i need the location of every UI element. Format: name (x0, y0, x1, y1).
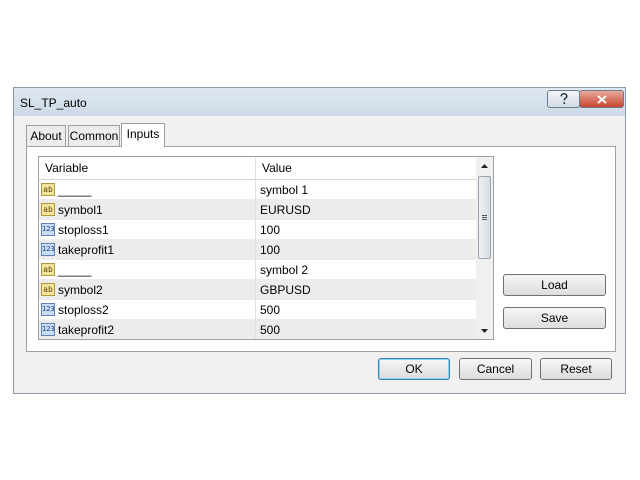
table-row[interactable]: ab _____ symbol 1 (39, 180, 476, 200)
table-header: Variable Value (39, 157, 476, 180)
number-type-icon: 123 (41, 323, 55, 336)
cancel-button[interactable]: Cancel (459, 358, 532, 380)
variable-name: _____ (58, 263, 92, 277)
string-type-icon: ab (41, 203, 55, 216)
variable-cell: 123 stoploss1 (39, 220, 256, 240)
column-header-variable[interactable]: Variable (39, 157, 256, 179)
value-cell[interactable]: EURUSD (256, 200, 476, 220)
table-row[interactable]: ab symbol1 EURUSD (39, 200, 476, 220)
variable-name: stoploss2 (58, 303, 109, 317)
inputs-tab-panel: Variable Value ab _____ symbol 1 ab symb… (26, 146, 616, 352)
table-row[interactable]: ab symbol2 GBPUSD (39, 280, 476, 300)
column-header-value[interactable]: Value (256, 157, 476, 179)
variable-cell: ab symbol1 (39, 200, 256, 220)
variable-name: stoploss1 (58, 223, 109, 237)
ok-button[interactable]: OK (378, 358, 450, 380)
value-cell[interactable]: 500 (256, 320, 476, 339)
table-row[interactable]: 123 takeprofit1 100 (39, 240, 476, 260)
value-cell[interactable]: symbol 2 (256, 260, 476, 280)
value-cell[interactable]: GBPUSD (256, 280, 476, 300)
scroll-up-button[interactable] (476, 157, 493, 174)
tab-about[interactable]: About (26, 125, 66, 146)
table-row[interactable]: 123 stoploss1 100 (39, 220, 476, 240)
input-parameters-dialog: SL_TP_auto About Common Inputs Variable … (13, 87, 626, 394)
table-body: ab _____ symbol 1 ab symbol1 EURUSD 123 (39, 180, 476, 339)
variable-name: takeprofit1 (58, 243, 115, 257)
value-cell[interactable]: 100 (256, 240, 476, 260)
string-type-icon: ab (41, 283, 55, 296)
title-bar[interactable]: SL_TP_auto (14, 88, 625, 116)
arrow-up-icon (481, 163, 488, 168)
variable-name: _____ (58, 183, 92, 197)
variable-cell: ab _____ (39, 260, 256, 280)
variable-cell: 123 takeprofit1 (39, 240, 256, 260)
value-cell[interactable]: 500 (256, 300, 476, 320)
grip-icon (482, 215, 487, 220)
close-button[interactable] (579, 90, 624, 108)
table-row[interactable]: ab _____ symbol 2 (39, 260, 476, 280)
number-type-icon: 123 (41, 223, 55, 236)
save-button[interactable]: Save (503, 307, 606, 329)
variable-cell: ab symbol2 (39, 280, 256, 300)
scroll-down-button[interactable] (476, 322, 493, 339)
reset-button[interactable]: Reset (540, 358, 612, 380)
inputs-table: Variable Value ab _____ symbol 1 ab symb… (38, 156, 494, 340)
string-type-icon: ab (41, 183, 55, 196)
tab-common[interactable]: Common (68, 125, 120, 146)
close-icon (596, 94, 607, 104)
load-button[interactable]: Load (503, 274, 606, 296)
vertical-scrollbar[interactable] (476, 157, 493, 339)
question-mark-icon (559, 93, 568, 104)
number-type-icon: 123 (41, 243, 55, 256)
variable-name: symbol2 (58, 283, 103, 297)
value-cell[interactable]: 100 (256, 220, 476, 240)
variable-cell: ab _____ (39, 180, 256, 200)
number-type-icon: 123 (41, 303, 55, 316)
variable-cell: 123 stoploss2 (39, 300, 256, 320)
table-row[interactable]: 123 takeprofit2 500 (39, 320, 476, 339)
window-title: SL_TP_auto (20, 96, 87, 110)
value-cell[interactable]: symbol 1 (256, 180, 476, 200)
help-button[interactable] (547, 90, 580, 108)
tab-inputs[interactable]: Inputs (121, 123, 165, 147)
variable-cell: 123 takeprofit2 (39, 320, 256, 339)
variable-name: takeprofit2 (58, 323, 115, 337)
string-type-icon: ab (41, 263, 55, 276)
table-row[interactable]: 123 stoploss2 500 (39, 300, 476, 320)
arrow-down-icon (481, 328, 488, 333)
scrollbar-thumb[interactable] (478, 176, 491, 259)
variable-name: symbol1 (58, 203, 103, 217)
